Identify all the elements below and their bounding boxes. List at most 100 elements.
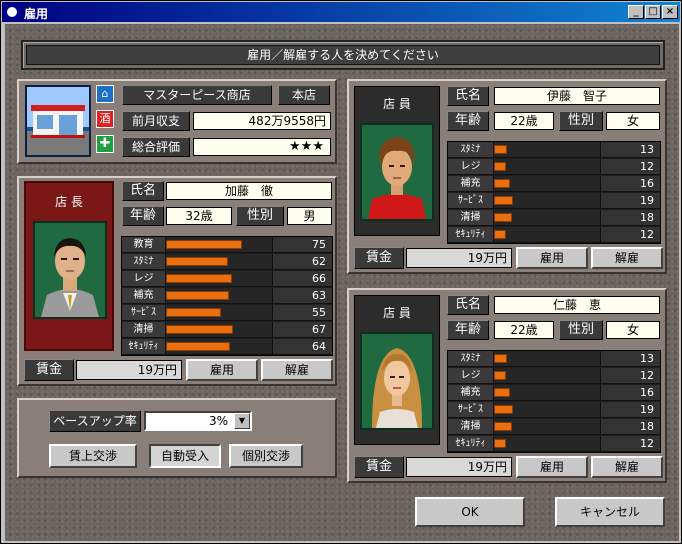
stat-row: ｾｷｭﾘﾃｨ 64 — [122, 339, 332, 356]
stat-value: 62 — [272, 254, 332, 270]
stat-label: 清掃 — [122, 322, 166, 338]
rating-stars: ★★★ — [193, 138, 331, 156]
stat-label: レジ — [448, 159, 494, 175]
staff2-stats-table: ｽﾀﾐﾅ 13 レジ 12 補充 16 ｻｰﾋﾞｽ 19 清掃 18 ｾｷｭﾘﾃｨ 12 — [447, 350, 661, 453]
manager-age-label: 年齢 — [122, 206, 164, 226]
stat-row: レジ 66 — [122, 271, 332, 288]
stat-row: 清掃 18 — [448, 210, 660, 227]
chevron-down-icon[interactable]: ▼ — [234, 413, 250, 429]
stat-bar — [494, 351, 600, 367]
revenue-value: 482万9558円 — [193, 112, 331, 130]
stat-bar-fill — [494, 179, 510, 188]
staff2-wage: 19万円 — [406, 457, 512, 477]
stat-row: ｻｰﾋﾞｽ 19 — [448, 193, 660, 210]
staff2-age: 22歳 — [494, 321, 554, 339]
stat-bar-fill — [166, 325, 233, 334]
stat-value: 19 — [600, 402, 660, 418]
stat-bar-fill — [494, 145, 507, 154]
stat-bar — [494, 227, 600, 243]
stat-label: ｻｰﾋﾞｽ — [122, 305, 166, 321]
stat-label: ｾｷｭﾘﾃｨ — [448, 436, 494, 452]
stat-row: ｻｰﾋﾞｽ 55 — [122, 305, 332, 322]
stat-bar — [494, 368, 600, 384]
app-icon — [5, 5, 19, 19]
minimize-button[interactable]: _ — [628, 5, 644, 19]
individual-negotiation-button[interactable]: 個別交渉 — [229, 444, 303, 468]
title-bar[interactable]: 雇用 _ □ × — [2, 2, 680, 22]
staff2-wage-label: 賃金 — [354, 456, 404, 478]
staff1-stats-table: ｽﾀﾐﾅ 13 レジ 12 補充 16 ｻｰﾋﾞｽ 19 清掃 18 ｾｷｭﾘﾃｨ 12 — [447, 141, 661, 244]
staff1-gender: 女 — [606, 112, 660, 130]
stat-row: 清掃 67 — [122, 322, 332, 339]
staff2-fire-button[interactable]: 解雇 — [591, 456, 663, 478]
staff2-hire-button[interactable]: 雇用 — [516, 456, 588, 478]
manager-wage-label: 賃金 — [24, 359, 74, 381]
staff1-fire-button[interactable]: 解雇 — [591, 247, 663, 269]
stat-bar — [166, 288, 272, 304]
manager-portrait-frame: 店 長 — [24, 181, 114, 351]
close-button[interactable]: × — [662, 5, 678, 19]
cancel-button[interactable]: キャンセル — [555, 497, 665, 527]
stat-bar — [166, 339, 272, 355]
stat-bar — [494, 436, 600, 452]
staff2-role: 店 員 — [383, 306, 411, 320]
stat-row: ｾｷｭﾘﾃｨ 12 — [448, 436, 660, 453]
staff1-hire-button[interactable]: 雇用 — [516, 247, 588, 269]
staff2-name-label: 氏名 — [447, 295, 489, 315]
manager-fire-button[interactable]: 解雇 — [261, 359, 333, 381]
stat-label: レジ — [122, 271, 166, 287]
stat-bar-fill — [166, 274, 232, 283]
stat-label: レジ — [448, 368, 494, 384]
window-title: 雇用 — [24, 7, 49, 21]
manager-age: 32歳 — [166, 207, 232, 225]
stat-bar-fill — [166, 342, 230, 351]
staff1-age: 22歳 — [494, 112, 554, 130]
stat-row: ｽﾀﾐﾅ 62 — [122, 254, 332, 271]
staff2-name: 仁藤 恵 — [494, 296, 660, 314]
stat-label: 補充 — [122, 288, 166, 304]
ok-button[interactable]: OK — [415, 497, 525, 527]
raise-negotiation-button[interactable]: 賃上交渉 — [49, 444, 137, 468]
stat-value: 55 — [272, 305, 332, 321]
shop-name: マスターピース商店 — [122, 85, 272, 105]
stat-bar — [494, 176, 600, 192]
manager-panel: 店 長 氏名 加藤 徹 年齢 32歳 性別 男 教育 75 ｽﾀﾐﾅ 62 レジ… — [17, 176, 337, 386]
stat-label: ｾｷｭﾘﾃｨ — [448, 227, 494, 243]
stat-bar-fill — [494, 196, 513, 205]
stat-label: 清掃 — [448, 210, 494, 226]
stat-row: 教育 75 — [122, 237, 332, 254]
stat-bar — [494, 159, 600, 175]
stat-bar — [494, 210, 600, 226]
stat-value: 12 — [600, 436, 660, 452]
stat-label: 教育 — [122, 237, 166, 253]
stat-row: ｽﾀﾐﾅ 13 — [448, 142, 660, 159]
medicine-icon: ✚ — [96, 135, 114, 153]
baseup-rate-select[interactable]: 3% ▼ — [144, 411, 252, 431]
stat-bar-fill — [494, 162, 506, 171]
stat-row: 補充 16 — [448, 385, 660, 402]
stat-bar — [494, 402, 600, 418]
manager-gender: 男 — [287, 207, 332, 225]
manager-stats-table: 教育 75 ｽﾀﾐﾅ 62 レジ 66 補充 63 ｻｰﾋﾞｽ 55 清掃 67 ｾｷｭﾘﾃｨ 64 — [121, 236, 333, 356]
auto-accept-button[interactable]: 自動受入 — [149, 444, 221, 468]
stat-bar-fill — [494, 354, 507, 363]
store-icon: ⌂ — [96, 85, 114, 103]
stat-bar — [166, 305, 272, 321]
stat-row: 清掃 18 — [448, 419, 660, 436]
stat-bar — [166, 322, 272, 338]
stat-value: 12 — [600, 368, 660, 384]
manager-hire-button[interactable]: 雇用 — [186, 359, 258, 381]
stat-row: ｽﾀﾐﾅ 13 — [448, 351, 660, 368]
stat-bar-fill — [494, 422, 512, 431]
manager-name-label: 氏名 — [122, 181, 164, 201]
maximize-button[interactable]: □ — [645, 5, 661, 19]
stat-value: 63 — [272, 288, 332, 304]
stat-label: 補充 — [448, 385, 494, 401]
employment-window: 雇用 _ □ × 雇用／解雇する人を決めてください ⌂ 酒 ✚ マスターピース商… — [0, 0, 682, 544]
stat-row: レジ 12 — [448, 368, 660, 385]
stat-bar — [494, 193, 600, 209]
alcohol-icon: 酒 — [96, 110, 114, 128]
baseup-rate-label: ベースアップ率 — [49, 410, 141, 432]
stat-label: ｻｰﾋﾞｽ — [448, 193, 494, 209]
stat-label: ｽﾀﾐﾅ — [448, 351, 494, 367]
